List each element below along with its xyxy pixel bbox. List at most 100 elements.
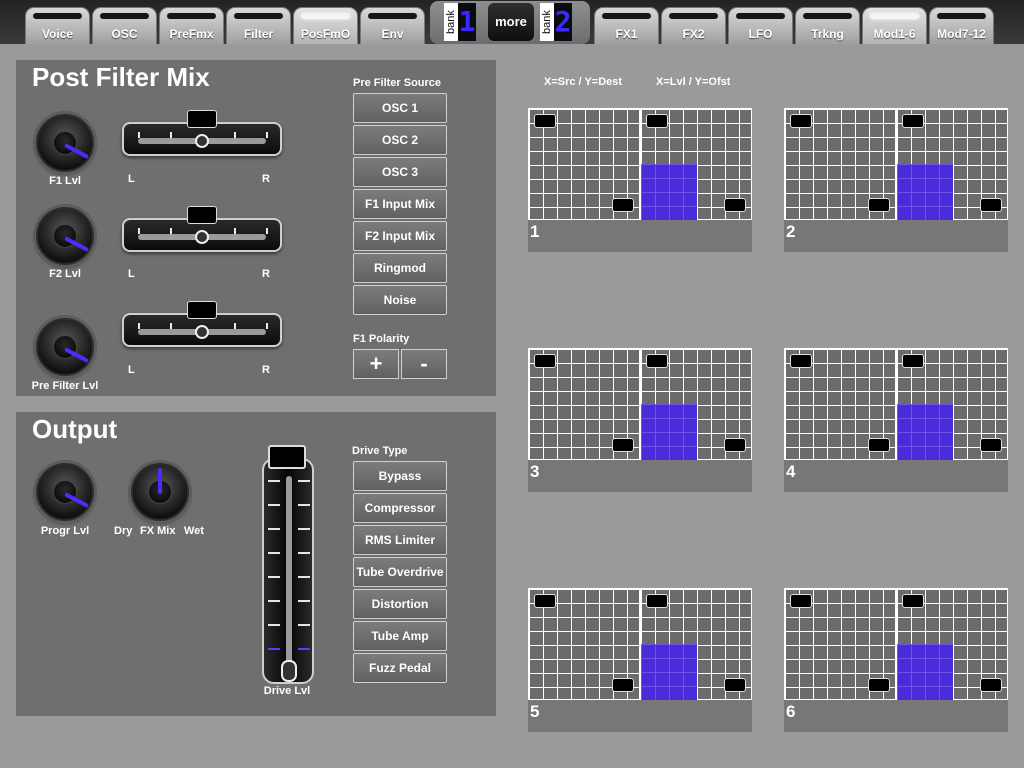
pre-filter-pan-handle[interactable] (195, 325, 209, 339)
mod-pad-1: 1 (528, 108, 752, 252)
tab-fx2[interactable]: FX2 (661, 7, 726, 44)
tab-mod7-12[interactable]: Mod7-12 (929, 7, 994, 44)
source-osc1-button[interactable]: OSC 1 (353, 93, 447, 123)
fx-mix-knob[interactable] (131, 463, 189, 521)
drive-fader-track (286, 476, 292, 672)
pre-filter-source-heading: Pre Filter Source (353, 77, 442, 89)
pre-filter-pan-readout (187, 301, 217, 319)
polarity-plus-button[interactable]: + (353, 349, 399, 379)
mod-pad-number: 3 (530, 462, 540, 481)
bank-1-button[interactable]: bank 1 (444, 3, 476, 41)
source-f1-input-mix-button[interactable]: F1 Input Mix (353, 189, 447, 219)
fader-mark (298, 528, 310, 530)
tab-osc[interactable]: OSC (92, 7, 157, 44)
drive-distortion-button[interactable]: Distortion (353, 589, 447, 619)
source-osc3-button[interactable]: OSC 3 (353, 157, 447, 187)
pan-tick (138, 323, 140, 329)
pan-tick (170, 323, 172, 329)
fader-mark (268, 648, 280, 650)
output-panel: Output Progr Lvl Dry FX Mix Wet Drive Lv… (16, 412, 496, 716)
source-f2-input-mix-button[interactable]: F2 Input Mix (353, 221, 447, 251)
tab-bar: Voice OSC PreFmx Filter PosFmO Env bank … (0, 0, 1024, 44)
drive-tube-amp-button[interactable]: Tube Amp (353, 621, 447, 651)
mod-pad-level-block (897, 404, 953, 460)
mod-pad-readout (534, 354, 556, 368)
polarity-minus-button[interactable]: - (401, 349, 447, 379)
mod-pad-readout (724, 198, 746, 212)
fader-mark (298, 624, 310, 626)
mod-pad-5: 5 (528, 588, 752, 732)
f1-pan-handle[interactable] (195, 134, 209, 148)
source-ringmod-button[interactable]: Ringmod (353, 253, 447, 283)
tab-filter[interactable]: Filter (226, 7, 291, 44)
fx-mix-label: FX Mix (140, 525, 176, 537)
pre-filter-pan-left-label: L (128, 364, 135, 376)
f1-polarity-heading: F1 Polarity (353, 333, 410, 345)
pan-tick (138, 228, 140, 234)
pre-filter-pan-right-label: R (262, 364, 270, 376)
source-noise-button[interactable]: Noise (353, 285, 447, 315)
post-filter-mix-panel: Post Filter Mix F1 Lvl L R F2 Lvl L R Pr… (16, 60, 496, 396)
bank-1-digit: 1 (458, 3, 476, 41)
tab-prefmx[interactable]: PreFmx (159, 7, 224, 44)
fader-mark (268, 624, 280, 626)
mod-pad-readout (646, 114, 668, 128)
tab-env[interactable]: Env (360, 7, 425, 44)
drive-tube-overdrive-button[interactable]: Tube Overdrive (353, 557, 447, 587)
fader-mark (268, 528, 280, 530)
drive-level-fader[interactable] (262, 458, 314, 684)
drive-fader-cap[interactable] (281, 660, 297, 682)
mod-pad-readout (868, 438, 890, 452)
fader-mark (298, 576, 310, 578)
mod-pad-number: 2 (786, 222, 796, 241)
source-osc2-button[interactable]: OSC 2 (353, 125, 447, 155)
tab-fx1[interactable]: FX1 (594, 7, 659, 44)
fader-mark (268, 576, 280, 578)
f1-pan-slider[interactable] (122, 110, 282, 156)
f2-pan-left-label: L (128, 268, 135, 280)
f2-pan-readout (187, 206, 217, 224)
drive-compressor-button[interactable]: Compressor (353, 493, 447, 523)
more-button[interactable]: more (488, 3, 534, 41)
f2-pan-slider[interactable] (122, 206, 282, 252)
drive-bypass-button[interactable]: Bypass (353, 461, 447, 491)
f2-pan-right-label: R (262, 268, 270, 280)
mod-pad-readout (534, 594, 556, 608)
mod-pad-readout (790, 594, 812, 608)
mod-pad-level-block (897, 164, 953, 220)
f2-pan-handle[interactable] (195, 230, 209, 244)
drive-rms-limiter-button[interactable]: RMS Limiter (353, 525, 447, 555)
fx-wet-label: Wet (184, 525, 204, 537)
mod-pad-readout (724, 438, 746, 452)
fader-mark (298, 504, 310, 506)
pre-filter-level-knob[interactable] (36, 318, 94, 376)
mod-pad-readout (612, 438, 634, 452)
pan-tick (234, 228, 236, 234)
pan-tick (170, 228, 172, 234)
pre-filter-pan-slider[interactable] (122, 301, 282, 347)
mod-pad-readout (790, 354, 812, 368)
fader-mark (268, 504, 280, 506)
mod-pad-number: 4 (786, 462, 796, 481)
tab-mod1-6[interactable]: Mod1-6 (862, 7, 927, 44)
mod-pad-6: 6 (784, 588, 1008, 732)
f2-level-knob[interactable] (36, 207, 94, 265)
mod-pad-number: 6 (786, 702, 796, 721)
mod-pad-readout (902, 354, 924, 368)
f1-level-knob[interactable] (36, 114, 94, 172)
tab-posfmo[interactable]: PosFmO (293, 7, 358, 44)
progr-level-knob[interactable] (36, 463, 94, 521)
tab-trkng[interactable]: Trkng (795, 7, 860, 44)
mod-pad-readout (724, 678, 746, 692)
drive-level-label: Drive Lvl (263, 685, 311, 697)
mod-pad-level-block (641, 404, 697, 460)
mod-pad-3: 3 (528, 348, 752, 492)
drive-fuzz-pedal-button[interactable]: Fuzz Pedal (353, 653, 447, 683)
tab-voice[interactable]: Voice (25, 7, 90, 44)
tab-lfo[interactable]: LFO (728, 7, 793, 44)
pan-tick (266, 323, 268, 329)
f1-pan-left-label: L (128, 173, 135, 185)
src-dest-label: X=Src / Y=Dest (544, 76, 623, 88)
bank-2-button[interactable]: bank 2 (540, 3, 572, 41)
drive-level-readout (268, 445, 306, 469)
